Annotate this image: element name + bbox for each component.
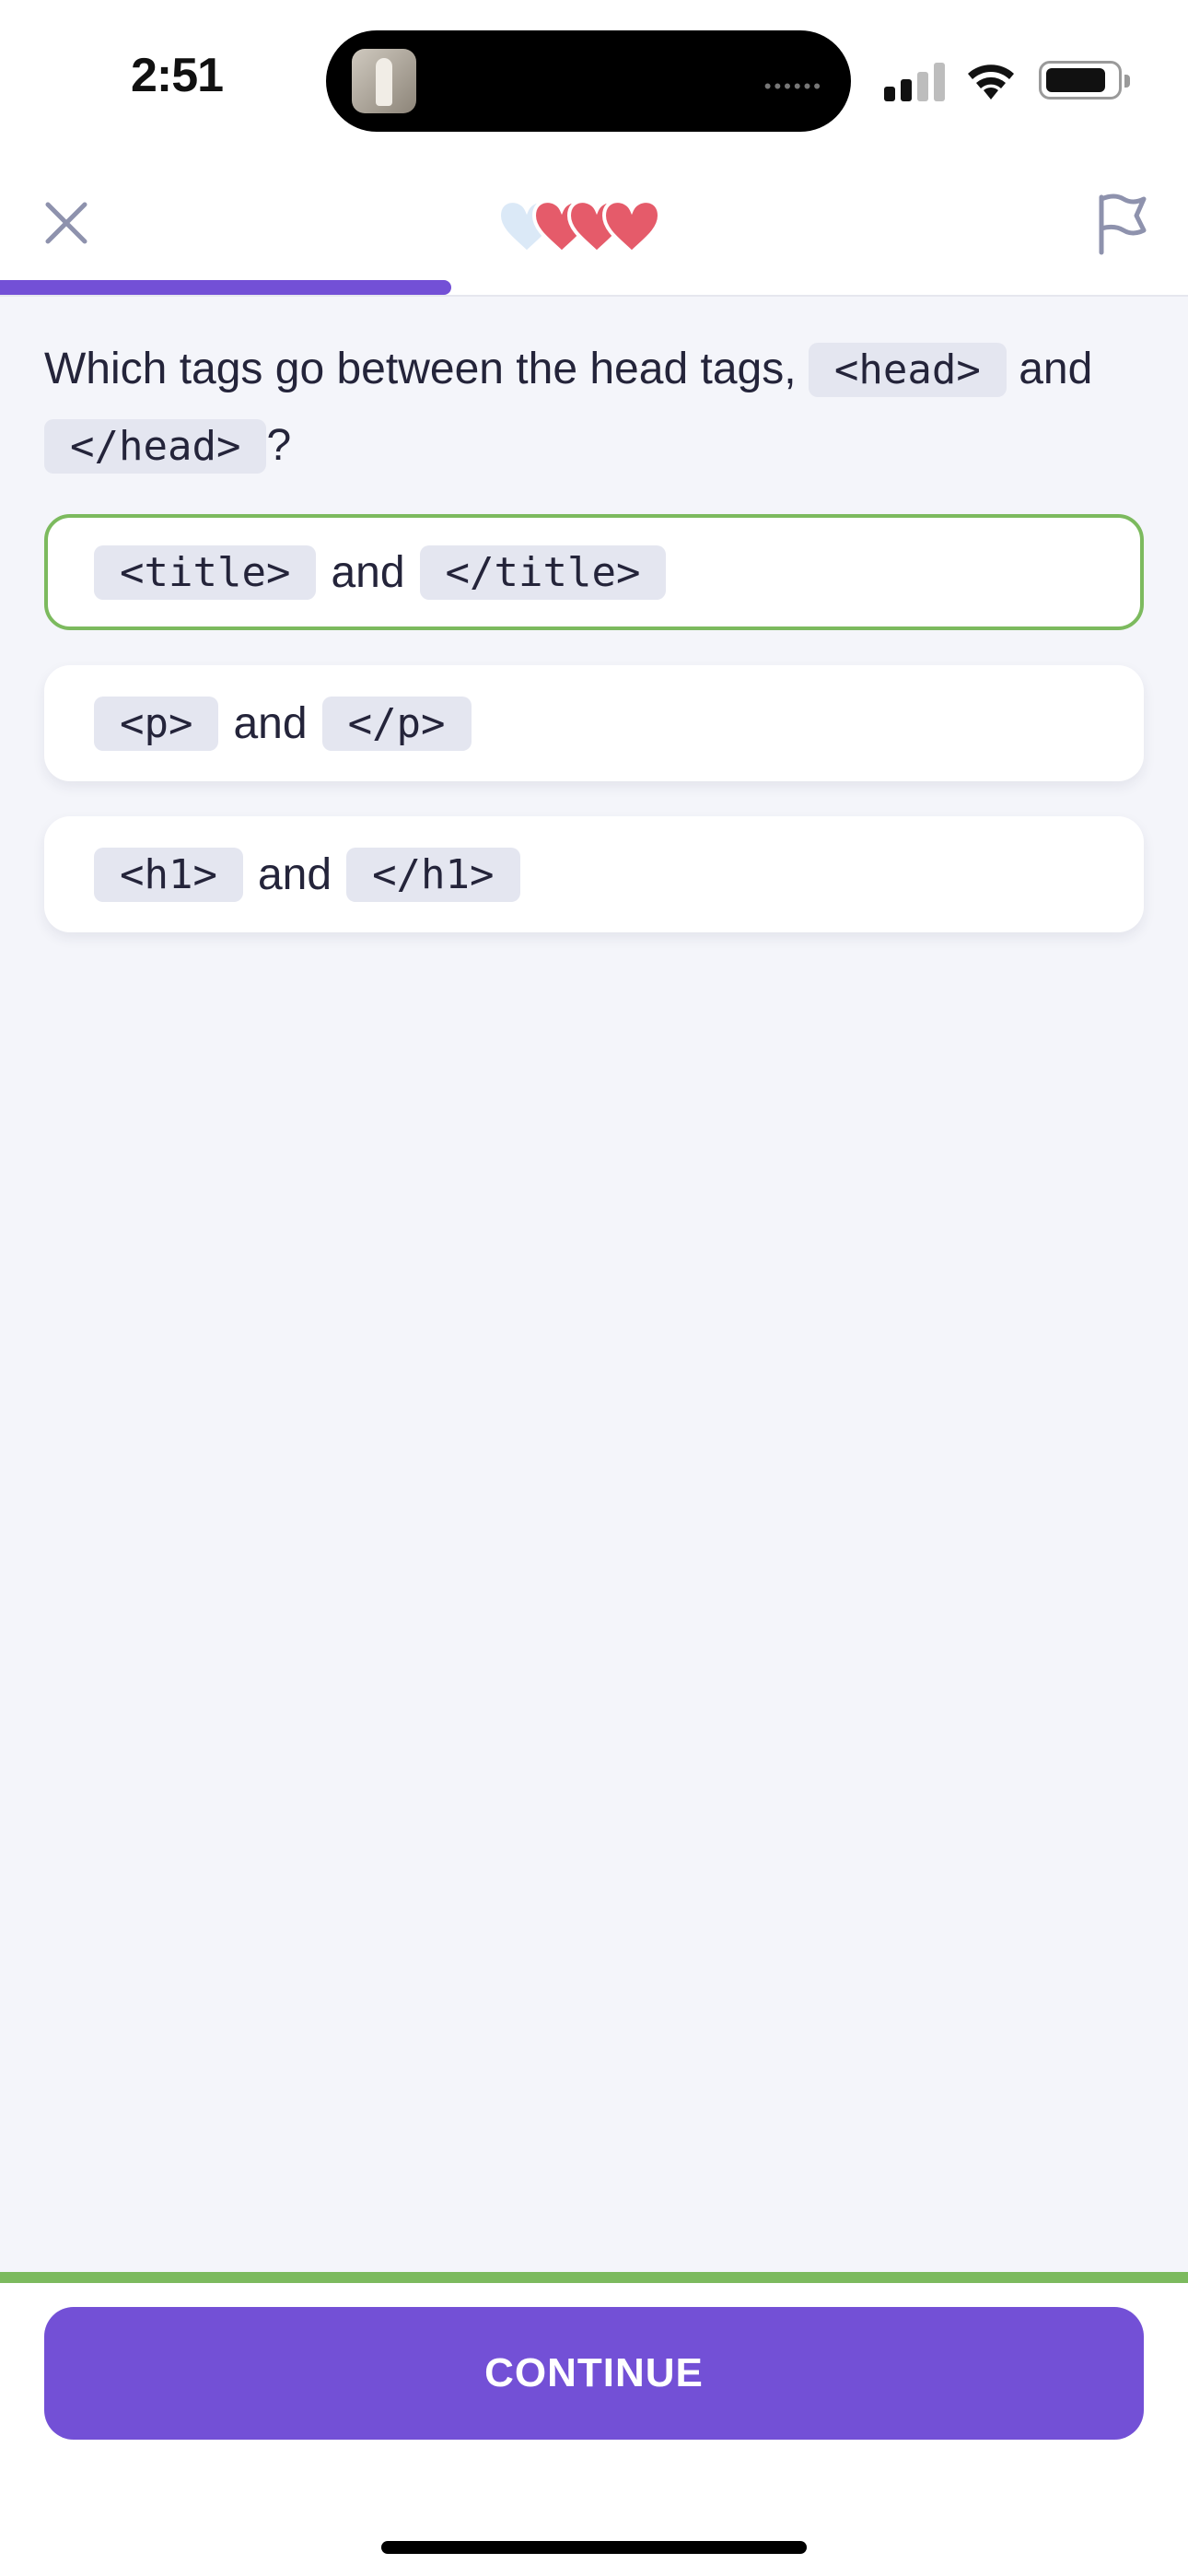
option-code-open: <p>	[94, 696, 219, 751]
code-head-open: <head>	[808, 343, 1007, 397]
answer-options: <title> and </title> <p> and </p> <h1> a…	[44, 514, 1144, 967]
option-code-close: </p>	[321, 696, 472, 751]
question-text-before: Which tags go between the head tags,	[44, 345, 797, 393]
question-text-middle: and	[1019, 345, 1093, 393]
option-code-close: </title>	[419, 544, 667, 600]
option-joiner: and	[233, 698, 308, 748]
option-joiner: and	[257, 849, 332, 899]
status-time: 2:51	[131, 49, 224, 102]
flag-icon[interactable]	[1092, 190, 1151, 256]
status-bar: 2:51 ••••••	[0, 0, 1188, 166]
lesson-progress-fill	[0, 280, 452, 295]
heart-full-icon	[601, 199, 662, 255]
lesson-header	[0, 166, 1188, 297]
cellular-signal-icon	[884, 63, 949, 101]
footer: CONTINUE	[0, 2283, 1188, 2576]
battery-icon	[1039, 61, 1130, 100]
footer-accent-line	[0, 2272, 1188, 2283]
option-p-tags[interactable]: <p> and </p>	[44, 665, 1144, 781]
lesson-progress-bar	[0, 280, 1188, 295]
continue-button[interactable]: CONTINUE	[44, 2307, 1144, 2440]
option-code-open: <title>	[94, 544, 317, 600]
option-h1-tags[interactable]: <h1> and </h1>	[44, 816, 1144, 932]
option-code-open: <h1>	[94, 847, 243, 902]
now-playing-thumbnail[interactable]	[352, 49, 416, 113]
code-head-close: </head>	[44, 419, 267, 474]
wifi-icon	[968, 64, 1014, 100]
question-mark: ?	[266, 421, 292, 470]
option-code-close: </h1>	[346, 847, 520, 902]
lives-hearts	[496, 199, 662, 255]
option-title-tags[interactable]: <title> and </title>	[44, 514, 1144, 630]
option-joiner: and	[331, 547, 405, 597]
question-text: Which tags go between the head tags, <he…	[44, 332, 1149, 485]
home-indicator[interactable]	[381, 2541, 807, 2554]
close-icon[interactable]	[37, 193, 96, 252]
dynamic-island[interactable]: ••••••	[326, 30, 851, 132]
island-activity-dots: ••••••	[763, 75, 823, 98]
